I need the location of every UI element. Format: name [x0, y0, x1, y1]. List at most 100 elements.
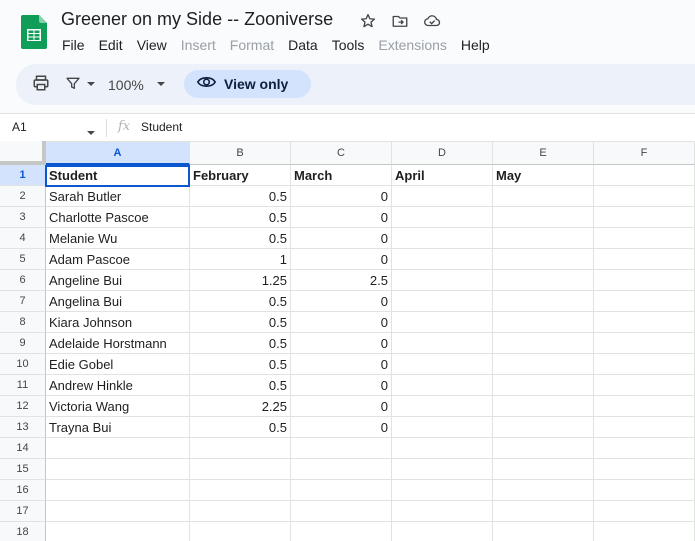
cell-a16[interactable] — [46, 480, 190, 501]
row-header[interactable]: 11 — [0, 375, 46, 396]
chevron-down-icon[interactable] — [86, 124, 96, 142]
move-folder-icon[interactable] — [389, 11, 411, 31]
row-header[interactable]: 7 — [0, 291, 46, 312]
cell-a12[interactable]: Victoria Wang — [46, 396, 190, 417]
cell-b3[interactable]: 0.5 — [190, 207, 291, 228]
row-header[interactable]: 16 — [0, 480, 46, 501]
cell-e18[interactable] — [493, 522, 594, 541]
cell-c16[interactable] — [291, 480, 392, 501]
cell-a18[interactable] — [46, 522, 190, 541]
cell-e15[interactable] — [493, 459, 594, 480]
cell-f5[interactable] — [594, 249, 695, 270]
row-header[interactable]: 3 — [0, 207, 46, 228]
cell-e7[interactable] — [493, 291, 594, 312]
cell-f3[interactable] — [594, 207, 695, 228]
cell-d15[interactable] — [392, 459, 493, 480]
cell-f16[interactable] — [594, 480, 695, 501]
cell-b14[interactable] — [190, 438, 291, 459]
cell-d18[interactable] — [392, 522, 493, 541]
cell-d3[interactable] — [392, 207, 493, 228]
cloud-saved-icon[interactable] — [421, 11, 443, 31]
column-header-e[interactable]: E — [493, 141, 594, 165]
cell-f2[interactable] — [594, 186, 695, 207]
cell-d17[interactable] — [392, 501, 493, 522]
cell-c18[interactable] — [291, 522, 392, 541]
cell-d1[interactable]: April — [392, 165, 493, 186]
cell-e2[interactable] — [493, 186, 594, 207]
row-header[interactable]: 18 — [0, 522, 46, 541]
cell-f15[interactable] — [594, 459, 695, 480]
cell-e5[interactable] — [493, 249, 594, 270]
cell-f13[interactable] — [594, 417, 695, 438]
cell-a5[interactable]: Adam Pascoe — [46, 249, 190, 270]
cell-d4[interactable] — [392, 228, 493, 249]
cell-c11[interactable]: 0 — [291, 375, 392, 396]
cell-e12[interactable] — [493, 396, 594, 417]
menu-insert[interactable]: Insert — [174, 35, 223, 55]
cell-b10[interactable]: 0.5 — [190, 354, 291, 375]
cell-e8[interactable] — [493, 312, 594, 333]
row-header[interactable]: 8 — [0, 312, 46, 333]
column-header-c[interactable]: C — [291, 141, 392, 165]
cell-a2[interactable]: Sarah Butler — [46, 186, 190, 207]
cell-b8[interactable]: 0.5 — [190, 312, 291, 333]
formula-input[interactable]: Student — [141, 120, 182, 134]
row-header[interactable]: 12 — [0, 396, 46, 417]
cell-e17[interactable] — [493, 501, 594, 522]
row-header[interactable]: 2 — [0, 186, 46, 207]
cell-e10[interactable] — [493, 354, 594, 375]
cell-a7[interactable]: Angelina Bui — [46, 291, 190, 312]
menu-tools[interactable]: Tools — [325, 35, 372, 55]
cell-b16[interactable] — [190, 480, 291, 501]
cell-e4[interactable] — [493, 228, 594, 249]
cell-a10[interactable]: Edie Gobel — [46, 354, 190, 375]
cell-a13[interactable]: Trayna Bui — [46, 417, 190, 438]
cell-f10[interactable] — [594, 354, 695, 375]
cell-d9[interactable] — [392, 333, 493, 354]
sheets-logo-icon[interactable] — [21, 15, 47, 49]
filter-button[interactable] — [65, 72, 96, 98]
cell-c9[interactable]: 0 — [291, 333, 392, 354]
menu-help[interactable]: Help — [454, 35, 497, 55]
select-all-corner[interactable] — [0, 141, 46, 165]
cell-d11[interactable] — [392, 375, 493, 396]
cell-b17[interactable] — [190, 501, 291, 522]
cell-f7[interactable] — [594, 291, 695, 312]
cell-d5[interactable] — [392, 249, 493, 270]
cell-e3[interactable] — [493, 207, 594, 228]
cell-b12[interactable]: 2.25 — [190, 396, 291, 417]
cell-b2[interactable]: 0.5 — [190, 186, 291, 207]
cell-b15[interactable] — [190, 459, 291, 480]
cell-a17[interactable] — [46, 501, 190, 522]
menu-extensions[interactable]: Extensions — [371, 35, 453, 55]
spreadsheet-grid[interactable]: A B C D E F 1 Student February March April May 2 Sara… — [0, 141, 695, 541]
row-header[interactable]: 6 — [0, 270, 46, 291]
cell-f9[interactable] — [594, 333, 695, 354]
cell-d7[interactable] — [392, 291, 493, 312]
cell-b6[interactable]: 1.25 — [190, 270, 291, 291]
column-header-d[interactable]: D — [392, 141, 493, 165]
menu-file[interactable]: File — [55, 35, 92, 55]
cell-b1[interactable]: February — [190, 165, 291, 186]
cell-d2[interactable] — [392, 186, 493, 207]
column-header-a[interactable]: A — [46, 141, 190, 165]
menu-format[interactable]: Format — [223, 35, 281, 55]
cell-f6[interactable] — [594, 270, 695, 291]
cell-a3[interactable]: Charlotte Pascoe — [46, 207, 190, 228]
cell-a8[interactable]: Kiara Johnson — [46, 312, 190, 333]
cell-c10[interactable]: 0 — [291, 354, 392, 375]
row-header[interactable]: 14 — [0, 438, 46, 459]
column-header-f[interactable]: F — [594, 141, 695, 165]
column-header-b[interactable]: B — [190, 141, 291, 165]
row-header[interactable]: 5 — [0, 249, 46, 270]
cell-c4[interactable]: 0 — [291, 228, 392, 249]
cell-c13[interactable]: 0 — [291, 417, 392, 438]
cell-a6[interactable]: Angeline Bui — [46, 270, 190, 291]
row-header[interactable]: 13 — [0, 417, 46, 438]
row-header[interactable]: 1 — [0, 165, 46, 186]
cell-c6[interactable]: 2.5 — [291, 270, 392, 291]
cell-f12[interactable] — [594, 396, 695, 417]
cell-f4[interactable] — [594, 228, 695, 249]
cell-c5[interactable]: 0 — [291, 249, 392, 270]
cell-e14[interactable] — [493, 438, 594, 459]
